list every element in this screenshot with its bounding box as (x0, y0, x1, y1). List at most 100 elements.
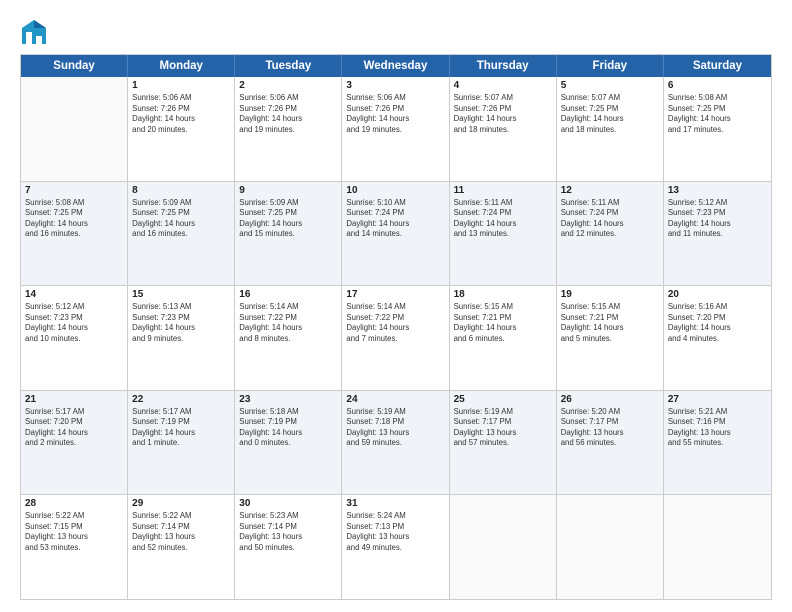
day-number: 7 (25, 185, 123, 196)
day-number: 6 (668, 80, 767, 91)
day-number: 29 (132, 498, 230, 509)
cell-info: Sunrise: 5:17 AM Sunset: 7:19 PM Dayligh… (132, 407, 230, 449)
calendar-row-4: 28 Sunrise: 5:22 AM Sunset: 7:15 PM Dayli… (21, 495, 771, 599)
cell-info: Sunrise: 5:15 AM Sunset: 7:21 PM Dayligh… (454, 302, 552, 344)
day-number: 31 (346, 498, 444, 509)
calendar-cell-2-4: 18 Sunrise: 5:15 AM Sunset: 7:21 PM Dayli… (450, 286, 557, 390)
cell-info: Sunrise: 5:14 AM Sunset: 7:22 PM Dayligh… (239, 302, 337, 344)
day-number: 13 (668, 185, 767, 196)
day-number: 20 (668, 289, 767, 300)
calendar-cell-4-3: 31 Sunrise: 5:24 AM Sunset: 7:13 PM Dayli… (342, 495, 449, 599)
calendar-cell-1-2: 9 Sunrise: 5:09 AM Sunset: 7:25 PM Daylig… (235, 182, 342, 286)
cell-info: Sunrise: 5:08 AM Sunset: 7:25 PM Dayligh… (668, 93, 767, 135)
calendar-row-2: 14 Sunrise: 5:12 AM Sunset: 7:23 PM Dayli… (21, 286, 771, 391)
logo-icon (20, 18, 48, 46)
cell-info: Sunrise: 5:19 AM Sunset: 7:18 PM Dayligh… (346, 407, 444, 449)
day-number: 1 (132, 80, 230, 91)
cell-info: Sunrise: 5:15 AM Sunset: 7:21 PM Dayligh… (561, 302, 659, 344)
day-number: 9 (239, 185, 337, 196)
day-number: 3 (346, 80, 444, 91)
calendar-body: 1 Sunrise: 5:06 AM Sunset: 7:26 PM Daylig… (21, 77, 771, 599)
calendar-row-1: 7 Sunrise: 5:08 AM Sunset: 7:25 PM Daylig… (21, 182, 771, 287)
day-number: 2 (239, 80, 337, 91)
cell-info: Sunrise: 5:16 AM Sunset: 7:20 PM Dayligh… (668, 302, 767, 344)
calendar-cell-0-1: 1Sunrise: 5:06 AM Sunset: 7:26 PM Daylig… (128, 77, 235, 181)
calendar-cell-4-5 (557, 495, 664, 599)
calendar: SundayMondayTuesdayWednesdayThursdayFrid… (20, 54, 772, 600)
calendar-cell-4-0: 28 Sunrise: 5:22 AM Sunset: 7:15 PM Dayli… (21, 495, 128, 599)
cell-info: Sunrise: 5:07 AM Sunset: 7:25 PM Dayligh… (561, 93, 659, 135)
page: SundayMondayTuesdayWednesdayThursdayFrid… (0, 0, 792, 612)
header-day-friday: Friday (557, 55, 664, 77)
header-day-tuesday: Tuesday (235, 55, 342, 77)
calendar-cell-3-0: 21 Sunrise: 5:17 AM Sunset: 7:20 PM Dayli… (21, 391, 128, 495)
calendar-cell-0-3: 3 Sunrise: 5:06 AM Sunset: 7:26 PM Daylig… (342, 77, 449, 181)
cell-info: Sunrise: 5:11 AM Sunset: 7:24 PM Dayligh… (454, 198, 552, 240)
calendar-row-0: 1 Sunrise: 5:06 AM Sunset: 7:26 PM Daylig… (21, 77, 771, 182)
calendar-cell-4-2: 30Sunrise: 5:23 AM Sunset: 7:14 PM Dayli… (235, 495, 342, 599)
calendar-cell-3-4: 25 Sunrise: 5:19 AM Sunset: 7:17 PM Dayli… (450, 391, 557, 495)
cell-info: Sunrise: 5:06 AM Sunset: 7:26 PM Dayligh… (346, 93, 444, 135)
day-number: 16 (239, 289, 337, 300)
cell-info: Sunrise: 5:18 AM Sunset: 7:19 PM Dayligh… (239, 407, 337, 449)
day-number: 14 (25, 289, 123, 300)
cell-info: Sunrise: 5:12 AM Sunset: 7:23 PM Dayligh… (25, 302, 123, 344)
calendar-cell-1-6: 13 Sunrise: 5:12 AM Sunset: 7:23 PM Dayli… (664, 182, 771, 286)
day-number: 25 (454, 394, 552, 405)
calendar-cell-3-1: 22 Sunrise: 5:17 AM Sunset: 7:19 PM Dayli… (128, 391, 235, 495)
cell-info: Sunrise: 5:12 AM Sunset: 7:23 PM Dayligh… (668, 198, 767, 240)
cell-info: Sunrise: 5:11 AM Sunset: 7:24 PM Dayligh… (561, 198, 659, 240)
calendar-cell-3-3: 24Sunrise: 5:19 AM Sunset: 7:18 PM Dayli… (342, 391, 449, 495)
cell-info: Sunrise: 5:22 AM Sunset: 7:15 PM Dayligh… (25, 511, 123, 553)
calendar-cell-2-6: 20 Sunrise: 5:16 AM Sunset: 7:20 PM Dayli… (664, 286, 771, 390)
cell-info: Sunrise: 5:24 AM Sunset: 7:13 PM Dayligh… (346, 511, 444, 553)
day-number: 26 (561, 394, 659, 405)
day-number: 10 (346, 185, 444, 196)
day-number: 12 (561, 185, 659, 196)
day-number: 21 (25, 394, 123, 405)
calendar-cell-3-2: 23 Sunrise: 5:18 AM Sunset: 7:19 PM Dayli… (235, 391, 342, 495)
cell-info: Sunrise: 5:10 AM Sunset: 7:24 PM Dayligh… (346, 198, 444, 240)
calendar-header: SundayMondayTuesdayWednesdayThursdayFrid… (21, 55, 771, 77)
calendar-cell-4-4 (450, 495, 557, 599)
cell-info: Sunrise: 5:19 AM Sunset: 7:17 PM Dayligh… (454, 407, 552, 449)
day-number: 15 (132, 289, 230, 300)
day-number: 17 (346, 289, 444, 300)
calendar-cell-2-2: 16 Sunrise: 5:14 AM Sunset: 7:22 PM Dayli… (235, 286, 342, 390)
day-number: 18 (454, 289, 552, 300)
calendar-cell-2-1: 15Sunrise: 5:13 AM Sunset: 7:23 PM Dayli… (128, 286, 235, 390)
header-day-saturday: Saturday (664, 55, 771, 77)
calendar-cell-0-5: 5 Sunrise: 5:07 AM Sunset: 7:25 PM Daylig… (557, 77, 664, 181)
cell-info: Sunrise: 5:14 AM Sunset: 7:22 PM Dayligh… (346, 302, 444, 344)
day-number: 19 (561, 289, 659, 300)
day-number: 23 (239, 394, 337, 405)
calendar-cell-0-4: 4 Sunrise: 5:07 AM Sunset: 7:26 PM Daylig… (450, 77, 557, 181)
day-number: 22 (132, 394, 230, 405)
cell-info: Sunrise: 5:17 AM Sunset: 7:20 PM Dayligh… (25, 407, 123, 449)
header-day-wednesday: Wednesday (342, 55, 449, 77)
calendar-cell-1-5: 12 Sunrise: 5:11 AM Sunset: 7:24 PM Dayli… (557, 182, 664, 286)
cell-info: Sunrise: 5:07 AM Sunset: 7:26 PM Dayligh… (454, 93, 552, 135)
header-day-thursday: Thursday (450, 55, 557, 77)
cell-info: Sunrise: 5:09 AM Sunset: 7:25 PM Dayligh… (132, 198, 230, 240)
calendar-cell-1-4: 11Sunrise: 5:11 AM Sunset: 7:24 PM Dayli… (450, 182, 557, 286)
header-day-monday: Monday (128, 55, 235, 77)
header (20, 18, 772, 46)
day-number: 5 (561, 80, 659, 91)
day-number: 30 (239, 498, 337, 509)
calendar-cell-0-6: 6 Sunrise: 5:08 AM Sunset: 7:25 PM Daylig… (664, 77, 771, 181)
calendar-cell-0-0 (21, 77, 128, 181)
calendar-cell-0-2: 2Sunrise: 5:06 AM Sunset: 7:26 PM Daylig… (235, 77, 342, 181)
day-number: 4 (454, 80, 552, 91)
header-day-sunday: Sunday (21, 55, 128, 77)
calendar-cell-3-6: 27Sunrise: 5:21 AM Sunset: 7:16 PM Dayli… (664, 391, 771, 495)
day-number: 8 (132, 185, 230, 196)
calendar-cell-1-1: 8 Sunrise: 5:09 AM Sunset: 7:25 PM Daylig… (128, 182, 235, 286)
logo (20, 18, 52, 46)
cell-info: Sunrise: 5:21 AM Sunset: 7:16 PM Dayligh… (668, 407, 767, 449)
calendar-cell-3-5: 26Sunrise: 5:20 AM Sunset: 7:17 PM Dayli… (557, 391, 664, 495)
cell-info: Sunrise: 5:08 AM Sunset: 7:25 PM Dayligh… (25, 198, 123, 240)
calendar-cell-4-6 (664, 495, 771, 599)
day-number: 28 (25, 498, 123, 509)
cell-info: Sunrise: 5:09 AM Sunset: 7:25 PM Dayligh… (239, 198, 337, 240)
